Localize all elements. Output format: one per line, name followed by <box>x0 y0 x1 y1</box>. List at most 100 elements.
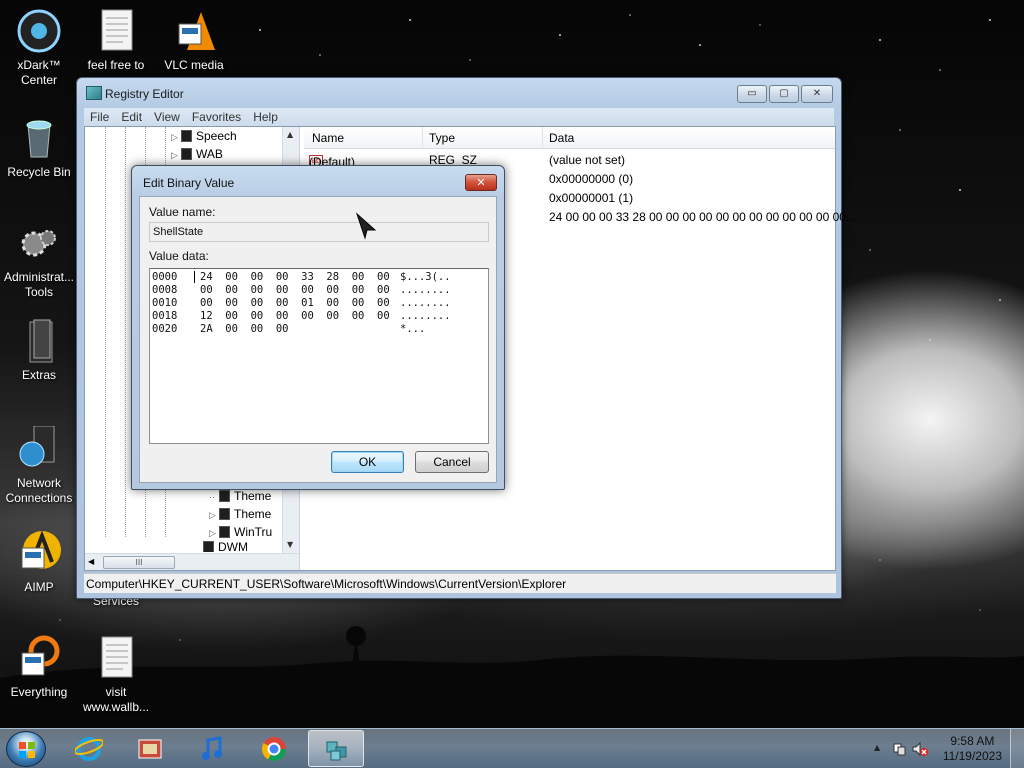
start-button[interactable] <box>6 731 46 767</box>
text-document-icon <box>93 635 139 681</box>
clock[interactable]: 9:58 AM 11/19/2023 <box>943 734 1002 764</box>
hex-bytes: 00 00 00 00 00 00 00 00 <box>200 284 390 296</box>
volume-muted-icon[interactable] <box>912 741 928 757</box>
window-title: Registry Editor <box>105 87 184 101</box>
desktop-icon-feel-free[interactable]: feel free to <box>78 8 154 73</box>
desktop-icon-label: Tools <box>24 285 53 299</box>
menu-favorites[interactable]: Favorites <box>186 108 247 126</box>
expand-arrow-icon[interactable]: ▷ <box>171 132 181 143</box>
folder-icon <box>219 526 230 538</box>
tree-node-theme-1[interactable]: ·· Theme <box>209 489 271 503</box>
desktop-icon-label: AIMP <box>24 580 54 594</box>
column-separator[interactable] <box>542 127 543 149</box>
desktop-icon-recycle-bin[interactable]: Recycle Bin <box>1 115 77 180</box>
show-desktop-button[interactable] <box>1010 729 1024 768</box>
hex-ascii: $...3(.. <box>400 271 451 283</box>
desktop-icon-label: Network <box>16 476 61 490</box>
value-data: 0x00000000 (0) <box>549 172 634 186</box>
column-data[interactable]: Data <box>549 131 574 145</box>
menu-help[interactable]: Help <box>247 108 284 126</box>
hex-offset: 0008 <box>152 284 178 296</box>
desktop-icon-label: VLC media <box>164 58 224 72</box>
hex-ascii: ........ <box>400 297 451 309</box>
taskbar-chrome[interactable] <box>246 730 302 767</box>
network-globe-icon <box>16 425 62 472</box>
gears-icon <box>16 220 62 266</box>
desktop-icon-network-connections[interactable]: Network Connections <box>1 425 77 506</box>
column-separator[interactable] <box>422 127 423 149</box>
folder-icon <box>219 508 230 520</box>
titlebar[interactable]: Registry Editor ▭ ▢ ✕ <box>77 78 841 108</box>
desktop-icon-everything[interactable]: Everything <box>1 635 77 700</box>
hex-offset: 0000 <box>152 271 178 283</box>
desktop-icon-extras[interactable]: Extras <box>1 318 77 383</box>
column-name[interactable]: Name <box>312 131 344 145</box>
taskbar-itunes[interactable] <box>184 730 240 767</box>
value-name-label: Value name: <box>149 205 216 219</box>
scroll-up-icon[interactable]: ▲ <box>287 130 293 139</box>
vlc-shortcut-icon <box>171 8 217 54</box>
clock-date: 11/19/2023 <box>942 749 1002 763</box>
desktop-icon-label: visit <box>105 685 127 699</box>
taskbar-media-app[interactable] <box>122 730 178 767</box>
hex-bytes: 24 00 00 00 33 28 00 00 <box>200 271 390 283</box>
scroll-left-icon[interactable]: ◀ <box>88 557 94 566</box>
tree-node-label: Theme <box>234 489 272 503</box>
mouse-pointer-icon <box>355 212 377 240</box>
minimize-button[interactable]: ▭ <box>737 85 767 103</box>
value-name-field[interactable]: ShellState <box>149 222 489 242</box>
network-status-icon[interactable] <box>892 741 908 757</box>
tree-node-label: WAB <box>196 147 223 161</box>
desktop-icon-visit-wallb[interactable]: visit www.wallb... <box>78 635 154 715</box>
desktop-icon-label: www.wallb... <box>82 700 150 714</box>
value-data: 0x00000001 (1) <box>549 191 634 205</box>
desktop-icon-label: xDark™ <box>17 58 61 72</box>
maximize-button[interactable]: ▢ <box>769 85 799 103</box>
dialog-close-button[interactable]: ✕ <box>465 174 497 191</box>
desktop-icon-label: Administrat... <box>3 270 75 284</box>
desktop-icon-aimp[interactable]: AIMP <box>1 530 77 595</box>
tree-node-label: DWM <box>218 540 248 552</box>
desktop-icon-xdark-center[interactable]: xDark™ Center <box>1 8 77 88</box>
hex-ascii: *... <box>400 323 426 335</box>
expand-arrow-icon[interactable]: ▷ <box>209 528 219 539</box>
edit-binary-value-dialog: Edit Binary Value ✕ Value name: ShellSta… <box>131 165 505 490</box>
hex-editor[interactable]: 0000 24 00 00 00 33 28 00 00 $...3(.. 0008… <box>149 268 489 444</box>
dialog-body: Value name: ShellState Value data: 0000 2… <box>139 196 497 483</box>
film-gallery-icon <box>138 739 162 759</box>
menu-edit[interactable]: Edit <box>115 108 148 126</box>
cancel-button[interactable]: Cancel <box>415 451 489 473</box>
folder-icon <box>181 130 192 142</box>
tree-node-wab[interactable]: ▷ WAB <box>171 147 223 161</box>
dialog-title: Edit Binary Value <box>143 176 235 190</box>
taskbar-registry-editor[interactable] <box>308 730 364 767</box>
tree-node-dwm[interactable]: DWM <box>193 540 248 552</box>
show-hidden-icons-button[interactable]: ▲ <box>874 743 880 752</box>
folder-icon <box>16 318 62 364</box>
menu-file[interactable]: File <box>84 108 115 126</box>
expand-arrow-icon[interactable]: ▷ <box>171 150 181 161</box>
taskbar-internet-explorer[interactable] <box>61 730 117 767</box>
scroll-down-icon[interactable]: ▼ <box>287 540 293 549</box>
list-header: Name Type Data <box>304 127 835 149</box>
menu-view[interactable]: View <box>148 108 186 126</box>
tree-node-wintru[interactable]: ▷ WinTru <box>209 525 272 539</box>
desktop-icon-vlc[interactable]: VLC media <box>156 8 232 73</box>
desktop-icon-label: Extras <box>21 368 56 382</box>
scroll-thumb[interactable]: III <box>103 556 175 569</box>
expand-arrow-icon[interactable]: ▷ <box>209 510 219 521</box>
desktop-icon-label: Center <box>20 73 58 87</box>
tree-node-speech[interactable]: ▷ Speech <box>171 129 237 143</box>
chrome-icon <box>261 737 286 762</box>
column-type[interactable]: Type <box>429 131 455 145</box>
hex-offset: 0018 <box>152 310 178 322</box>
tree-node-theme-2[interactable]: ▷ Theme <box>209 507 271 521</box>
tree-horizontal-scrollbar[interactable]: ◀ III <box>85 553 299 570</box>
folder-icon <box>181 148 192 160</box>
close-button[interactable]: ✕ <box>801 85 833 103</box>
hex-ascii: ........ <box>400 284 451 296</box>
text-document-icon <box>93 8 139 54</box>
desktop-icon-admin-tools[interactable]: Administrat... Tools <box>1 220 77 300</box>
ok-button[interactable]: OK <box>331 451 404 473</box>
everything-shortcut-icon <box>16 635 62 681</box>
